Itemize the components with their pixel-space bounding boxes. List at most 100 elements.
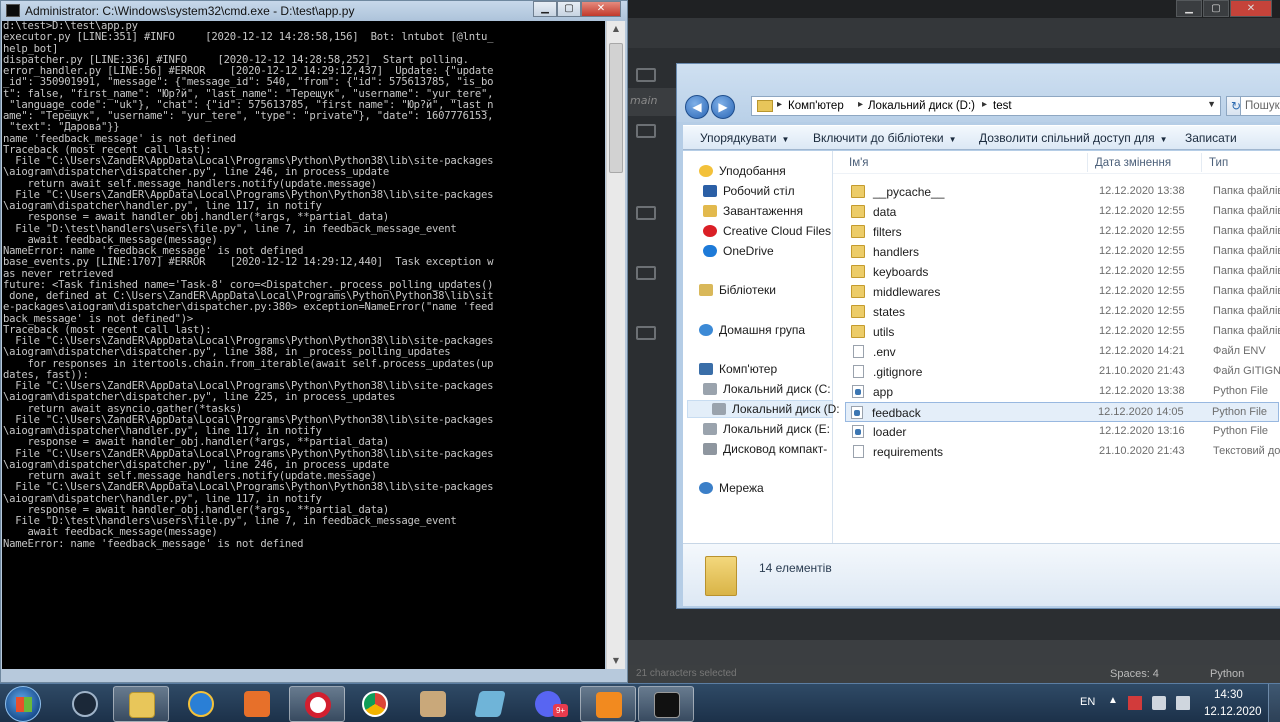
column-header-type[interactable]: Тип — [1209, 157, 1228, 169]
taskbar-discord[interactable]: 9+ — [520, 686, 576, 722]
file-row[interactable]: app 12.12.2020 13:38 Python File — [847, 382, 1280, 402]
background-editor-titlebar[interactable]: ▁ ▢ ✕ — [628, 0, 1280, 18]
onedrive-icon — [703, 245, 717, 257]
explorer-window[interactable]: ◀ ▶ ▸ Комп'ютер ▸ Локальний диск (D:) ▸ … — [676, 63, 1280, 609]
console-scrollbar[interactable]: ▲ ▼ — [606, 21, 625, 669]
scrollbar-thumb[interactable] — [609, 43, 623, 173]
background-editor-tab[interactable]: main — [628, 88, 676, 116]
opera-icon — [305, 692, 331, 718]
organize-button[interactable]: Упорядкувати ▼ — [700, 131, 789, 145]
scroll-up-icon[interactable]: ▲ — [607, 21, 625, 37]
file-list[interactable]: __pycache__ 12.12.2020 13:38 Папка файлів … — [833, 182, 1280, 482]
share-with-button[interactable]: Дозволити спільний доступ для ▼ — [979, 131, 1168, 145]
file-type: Файл ENV — [1213, 345, 1266, 357]
taskbar-file-explorer[interactable] — [113, 686, 169, 722]
breadcrumb-chevron-icon[interactable]: ▸ — [858, 99, 863, 110]
folder-icon — [851, 305, 865, 318]
file-row[interactable]: .gitignore 21.10.2020 21:43 Файл GITIGNORE — [847, 362, 1280, 382]
include-in-library-button[interactable]: Включити до бібліотеки ▼ — [813, 131, 957, 145]
file-date: 12.12.2020 12:55 — [1099, 285, 1185, 297]
back-button[interactable]: ◀ — [685, 95, 709, 119]
column-divider[interactable] — [1087, 153, 1088, 172]
taskbar-notes-app[interactable] — [462, 686, 518, 722]
file-row[interactable]: .env 12.12.2020 14:21 Файл ENV — [847, 342, 1280, 362]
show-hidden-icons-icon[interactable]: ▲ — [1108, 695, 1118, 706]
forward-button[interactable]: ▶ — [711, 95, 735, 119]
taskbar-game-character[interactable] — [405, 686, 461, 722]
file-date: 12.12.2020 13:38 — [1099, 385, 1185, 397]
breadcrumb-chevron-icon[interactable]: ▸ — [982, 99, 987, 110]
address-bar[interactable]: ▸ Комп'ютер ▸ Локальний диск (D:) ▸ test… — [751, 96, 1221, 116]
column-divider[interactable] — [1201, 153, 1202, 172]
file-row[interactable]: filters 12.12.2020 12:55 Папка файлів — [847, 222, 1280, 242]
volume-icon[interactable] — [1176, 696, 1190, 710]
network-disconnected-icon[interactable] — [1128, 696, 1142, 710]
breadcrumb-test[interactable]: test — [993, 100, 1012, 112]
navigation-pane[interactable]: Уподобання Робочий стіл Завантаження Cre… — [683, 151, 840, 543]
taskbar-chrome[interactable] — [347, 686, 403, 722]
minimize-button[interactable]: ▁ — [533, 1, 557, 17]
file-row[interactable]: requirements 21.10.2020 21:43 Текстовий до… — [847, 442, 1280, 462]
file-type: Python File — [1213, 425, 1269, 437]
file-row-selected[interactable]: feedback 12.12.2020 14:05 Python File — [845, 402, 1279, 422]
status-spaces[interactable]: Spaces: 4 — [1110, 668, 1159, 680]
flag-icon[interactable] — [1152, 696, 1166, 710]
cd-drive-icon — [703, 443, 717, 455]
breadcrumb-computer[interactable]: Комп'ютер — [788, 100, 844, 112]
maximize-icon[interactable]: ▢ — [1203, 0, 1229, 17]
folder-icon — [851, 205, 865, 218]
sidebar-item-drive-d[interactable]: Локальний диск (D: — [687, 400, 840, 418]
breadcrumb-chevron-icon[interactable]: ▸ — [777, 99, 782, 110]
star-icon — [699, 165, 713, 177]
cmd-titlebar[interactable]: Administrator: C:\Windows\system32\cmd.e… — [1, 1, 627, 21]
chrome-icon — [362, 691, 388, 717]
file-row[interactable]: states 12.12.2020 12:55 Папка файлів — [847, 302, 1280, 322]
address-dropdown-icon[interactable]: ▼ — [1207, 99, 1216, 109]
taskbar-media-player[interactable] — [229, 686, 285, 722]
file-row[interactable]: keyboards 12.12.2020 12:55 Папка файлів — [847, 262, 1280, 282]
status-language[interactable]: Python — [1210, 668, 1244, 680]
file-date: 12.12.2020 12:55 — [1099, 225, 1185, 237]
background-editor-panel — [628, 640, 1280, 665]
search-icon[interactable] — [636, 124, 656, 138]
burn-button[interactable]: Записати — [1185, 131, 1237, 145]
extensions-icon[interactable] — [636, 266, 656, 280]
file-type: Папка файлів — [1213, 225, 1280, 237]
taskbar-opera[interactable] — [289, 686, 345, 722]
taskbar-sublime-text[interactable] — [580, 686, 636, 722]
share-with-label: Дозволити спільний доступ для — [979, 131, 1155, 145]
explorer-content: Уподобання Робочий стіл Завантаження Cre… — [683, 151, 1280, 606]
file-row[interactable]: loader 12.12.2020 13:16 Python File — [847, 422, 1280, 442]
language-indicator[interactable]: EN — [1080, 696, 1095, 708]
file-row[interactable]: __pycache__ 12.12.2020 13:38 Папка файлів — [847, 182, 1280, 202]
taskbar-internet-explorer[interactable] — [173, 686, 229, 722]
clock-time[interactable]: 14:30 — [1214, 689, 1243, 701]
column-header-date[interactable]: Дата змінення — [1095, 157, 1171, 169]
console-output-area[interactable]: d:\test>D:\test\app.py executor.py [LINE… — [2, 21, 605, 669]
maximize-button[interactable]: ▢ — [557, 1, 581, 17]
file-type: Папка файлів — [1213, 265, 1280, 277]
file-row[interactable]: data 12.12.2020 12:55 Папка файлів — [847, 202, 1280, 222]
close-button[interactable]: ✕ — [581, 1, 621, 17]
column-header-name[interactable]: Ім'я — [849, 157, 869, 169]
source-control-icon[interactable] — [636, 206, 656, 220]
taskbar-steam[interactable] — [57, 686, 113, 722]
close-icon[interactable]: ✕ — [1230, 0, 1272, 17]
show-desktop-button[interactable] — [1268, 684, 1280, 722]
clock-date[interactable]: 12.12.2020 — [1204, 706, 1262, 718]
debug-icon[interactable] — [636, 326, 656, 340]
taskbar-cmd[interactable] — [638, 686, 694, 722]
file-row[interactable]: utils 12.12.2020 12:55 Папка файлів — [847, 322, 1280, 342]
breadcrumb-drive-d[interactable]: Локальний диск (D:) — [868, 100, 975, 112]
cmd-window[interactable]: Administrator: C:\Windows\system32\cmd.e… — [0, 0, 628, 683]
minimize-icon[interactable]: ▁ — [1176, 0, 1202, 17]
files-icon[interactable] — [636, 68, 656, 82]
file-name: __pycache__ — [873, 185, 945, 199]
sidebar-item-label: Локальний диск (D: — [732, 402, 840, 416]
search-input[interactable]: Пошук — [1240, 96, 1280, 116]
start-button[interactable] — [5, 686, 41, 722]
file-row[interactable]: middlewares 12.12.2020 12:55 Папка файлів — [847, 282, 1280, 302]
scroll-down-icon[interactable]: ▼ — [607, 653, 625, 669]
file-row[interactable]: handlers 12.12.2020 12:55 Папка файлів — [847, 242, 1280, 262]
chevron-down-icon: ▼ — [948, 135, 957, 144]
